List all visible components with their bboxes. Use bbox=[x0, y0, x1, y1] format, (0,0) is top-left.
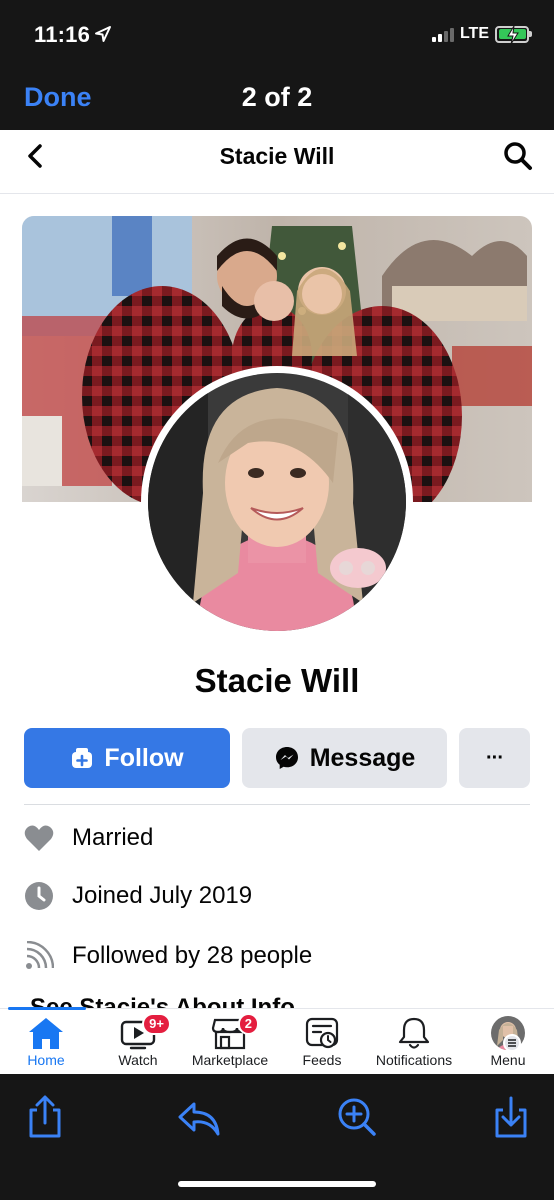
info-joined: Joined July 2019 bbox=[24, 878, 252, 914]
tab-marketplace[interactable]: 2 Marketplace bbox=[180, 1009, 280, 1074]
profile-topbar: Stacie Will bbox=[0, 130, 554, 194]
profile-actions: Follow Message ··· bbox=[24, 728, 530, 788]
feeds-icon bbox=[305, 1017, 339, 1049]
tab-watch[interactable]: 9+ Watch bbox=[88, 1009, 188, 1074]
rss-icon bbox=[24, 941, 54, 971]
bottom-tab-bar: Home 9+ Watch 2 Marketplace Feeds Notifi… bbox=[0, 1007, 554, 1074]
search-icon[interactable] bbox=[502, 140, 534, 172]
share-icon[interactable] bbox=[22, 1094, 68, 1140]
profile-avatar[interactable] bbox=[141, 366, 413, 638]
tab-menu[interactable]: Menu bbox=[458, 1009, 554, 1074]
info-text: Joined July 2019 bbox=[72, 882, 253, 909]
info-relationship: Married bbox=[24, 820, 153, 856]
message-label: Message bbox=[309, 743, 416, 772]
download-icon[interactable] bbox=[488, 1094, 534, 1140]
heart-icon bbox=[24, 823, 54, 853]
bell-icon bbox=[398, 1017, 430, 1049]
signal-icon bbox=[431, 26, 454, 42]
zoom-in-icon[interactable] bbox=[334, 1094, 380, 1140]
menu-lines-icon bbox=[503, 1034, 521, 1052]
home-indicator bbox=[178, 1181, 376, 1187]
divider bbox=[24, 804, 530, 805]
tab-feeds[interactable]: Feeds bbox=[272, 1009, 372, 1074]
status-indicators: LTE bbox=[431, 25, 532, 44]
clock-icon bbox=[24, 881, 54, 911]
tab-label: Menu bbox=[490, 1052, 526, 1068]
more-label: ··· bbox=[486, 746, 504, 769]
follow-button[interactable]: Follow bbox=[24, 728, 230, 788]
network-type: LTE bbox=[459, 25, 489, 42]
tab-label: Feeds bbox=[302, 1052, 342, 1068]
profile-page: Stacie Will Stacie Will Follow Message ·… bbox=[0, 130, 554, 1074]
home-icon bbox=[29, 1018, 63, 1049]
marketplace-badge: 2 bbox=[237, 1013, 259, 1035]
more-options-button[interactable]: ··· bbox=[459, 728, 530, 788]
info-text: Married bbox=[72, 824, 154, 851]
watch-badge: 9+ bbox=[142, 1013, 171, 1035]
follow-icon bbox=[72, 748, 93, 768]
tab-label: Watch bbox=[118, 1052, 158, 1068]
follow-label: Follow bbox=[104, 743, 184, 772]
messenger-icon bbox=[275, 747, 298, 769]
profile-name: Stacie Will bbox=[194, 662, 360, 699]
status-bar: 11:16 LTE bbox=[0, 0, 554, 66]
tab-label: Notifications bbox=[375, 1052, 453, 1068]
battery-icon bbox=[495, 25, 529, 44]
reply-icon[interactable] bbox=[176, 1094, 222, 1140]
tab-label: Marketplace bbox=[191, 1052, 269, 1068]
tab-notifications[interactable]: Notifications bbox=[364, 1009, 464, 1074]
info-followers[interactable]: Followed by 28 people bbox=[24, 938, 312, 974]
page-title: Stacie Will bbox=[219, 143, 335, 169]
viewer-header: Done 2 of 2 bbox=[0, 66, 554, 130]
tab-label: Home bbox=[27, 1052, 65, 1068]
location-arrow-icon bbox=[95, 26, 111, 42]
status-time: 11:16 bbox=[34, 22, 91, 47]
tab-home[interactable]: Home bbox=[0, 1009, 96, 1074]
info-text: Followed by 28 people bbox=[72, 942, 313, 969]
image-counter: 2 of 2 bbox=[241, 82, 313, 112]
message-button[interactable]: Message bbox=[242, 728, 447, 788]
